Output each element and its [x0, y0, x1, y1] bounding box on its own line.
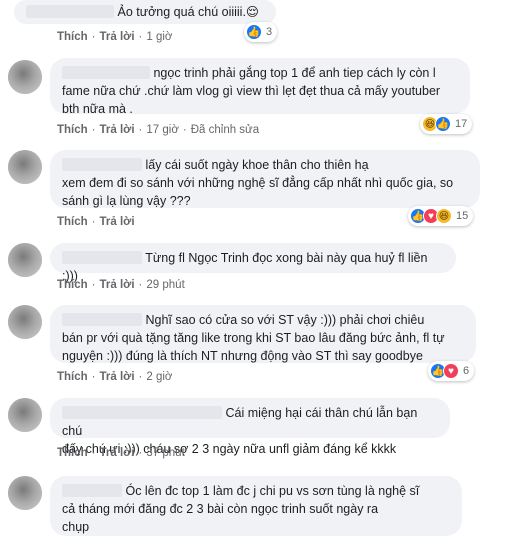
redacted-name [62, 406, 222, 419]
comment-bubble: ngọc trinh phải gắng top 1 để anh tiep c… [50, 58, 470, 116]
reaction-count: 3 [266, 26, 273, 38]
avatar[interactable] [8, 398, 42, 432]
timestamp[interactable]: 17 giờ [146, 124, 178, 136]
avatar[interactable] [8, 476, 42, 510]
reply-button[interactable]: Trả lời [100, 279, 135, 291]
like-reaction-icon: 👍 [435, 116, 451, 132]
reply-button[interactable]: Trả lời [100, 447, 135, 459]
reaction-summary[interactable]: 👍 ♥ 6 [428, 361, 475, 381]
redacted-name [62, 251, 142, 264]
comment-text: Ảo tưởng quá chú oiiiii.😌 [117, 5, 259, 19]
like-reaction-icon: 👍 [246, 24, 262, 40]
like-button[interactable]: Thích [57, 371, 88, 383]
redacted-name [62, 158, 142, 171]
reaction-summary[interactable]: 👍 3 [244, 22, 278, 42]
like-button[interactable]: Thích [57, 31, 88, 43]
haha-reaction-icon: 😆 [436, 208, 452, 224]
timestamp[interactable]: 2 giờ [146, 371, 172, 383]
comment-bubble: Ảo tưởng quá chú oiiiii.😌 [14, 0, 276, 24]
like-button[interactable]: Thích [57, 124, 88, 136]
edited-label[interactable]: Đã chỉnh sửa [191, 124, 259, 136]
redacted-name [62, 484, 122, 497]
reply-button[interactable]: Trả lời [100, 371, 135, 383]
avatar[interactable] [8, 243, 42, 277]
reaction-summary[interactable]: 👍 ♥ 😆 15 [408, 206, 474, 226]
reply-button[interactable]: Trả lời [100, 216, 135, 228]
reaction-summary[interactable]: 😆 👍 17 [420, 114, 473, 134]
comment-actions: Thích · Trả lời [57, 216, 135, 228]
comment-actions: Thích · Trả lời · 2 giờ [57, 371, 173, 383]
timestamp[interactable]: 1 giờ [146, 31, 172, 43]
reaction-count: 15 [456, 210, 469, 222]
love-reaction-icon: ♥ [443, 363, 459, 379]
reaction-count: 6 [463, 365, 470, 377]
reply-button[interactable]: Trả lời [100, 124, 135, 136]
redacted-name [62, 66, 150, 79]
timestamp[interactable]: 37 phút [146, 447, 184, 459]
redacted-name [62, 313, 142, 326]
avatar[interactable] [8, 150, 42, 184]
avatar[interactable] [8, 60, 42, 94]
like-button[interactable]: Thích [57, 216, 88, 228]
comment-actions: Thích · Trả lời · 17 giờ · Đã chỉnh sửa [57, 124, 260, 136]
timestamp[interactable]: 29 phút [146, 279, 184, 291]
like-button[interactable]: Thích [57, 279, 88, 291]
comment-bubble: Cái miệng hại cái thân chú lẫn bạn chú đ… [50, 398, 450, 456]
comment-bubble: Từng fl Ngọc Trinh đọc xong bài này qua … [50, 243, 456, 283]
comment-bubble: Óc lên đc top 1 làm đc j chi pu vs sơn t… [50, 476, 462, 536]
comment-bubble: Nghĩ sao có cửa so với ST vậy :))) phải … [50, 305, 476, 363]
redacted-name [26, 5, 114, 18]
avatar[interactable] [8, 305, 42, 339]
comment-actions: Thích · Trả lời · 29 phút [57, 279, 185, 291]
comment-actions: Thích · Trả lời · 1 giờ [57, 31, 173, 43]
reply-button[interactable]: Trả lời [100, 31, 135, 43]
comment-bubble: lấy cái suốt ngày khoe thân cho thiên hạ… [50, 150, 480, 208]
comment-actions: Thích · Trả lời · 37 phút [57, 447, 185, 459]
reaction-count: 17 [455, 118, 468, 130]
like-button[interactable]: Thích [57, 447, 88, 459]
